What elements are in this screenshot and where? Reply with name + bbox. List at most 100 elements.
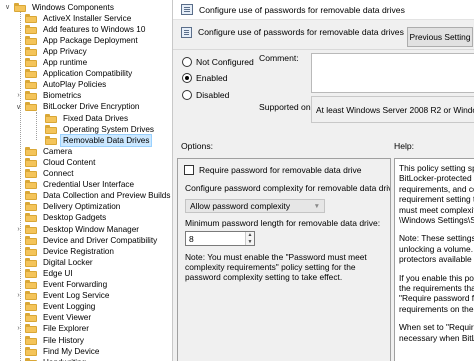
tree-item-label: Biometrics bbox=[43, 91, 82, 101]
folder-icon bbox=[25, 146, 37, 156]
folder-icon bbox=[25, 58, 37, 67]
radio-not-configured-button[interactable] bbox=[182, 57, 192, 67]
folder-icon bbox=[45, 124, 57, 134]
dialog-titlebar: Configure use of passwords for removable… bbox=[173, 0, 474, 20]
folder-icon bbox=[25, 257, 37, 267]
tree-item-label: Fixed Data Drives bbox=[63, 113, 129, 123]
folder-icon bbox=[25, 235, 37, 245]
tree-item-label: Find My Device bbox=[43, 346, 100, 356]
help-pane: This policy setting specifBitLocker-prot… bbox=[394, 158, 474, 361]
folder-icon bbox=[25, 213, 37, 223]
tree-item-label: Removable Data Drives bbox=[59, 133, 153, 147]
radio-disabled-button[interactable] bbox=[182, 90, 192, 100]
help-text-line: must meet complexity rec bbox=[399, 204, 474, 215]
folder-icon bbox=[25, 302, 37, 312]
chevron-down-icon[interactable]: ∨ bbox=[4, 4, 11, 11]
complexity-selected-value: Allow password complexity bbox=[190, 201, 291, 211]
tree-item[interactable]: Handwriting bbox=[25, 356, 88, 361]
supported-on-value: At least Windows Server 2008 R2 or Windo… bbox=[311, 96, 474, 123]
tree-item-label: Credential User Interface bbox=[43, 180, 135, 190]
help-text-line: the requirements that yo bbox=[399, 283, 474, 293]
tree-item-label: App runtime bbox=[43, 58, 88, 67]
tree-item-label: Camera bbox=[43, 146, 73, 156]
radio-not-configured-label: Not Configured bbox=[196, 57, 254, 67]
folder-icon bbox=[25, 80, 37, 90]
options-label: Options: bbox=[181, 141, 214, 151]
require-password-checkbox[interactable] bbox=[184, 165, 194, 175]
tree-item-label: Application Compatibility bbox=[43, 69, 133, 79]
help-text-line: requirements, and configu bbox=[399, 183, 474, 194]
header-divider bbox=[173, 49, 474, 50]
chevron-right-icon[interactable]: › bbox=[15, 325, 22, 332]
help-text-line: necessary when BitLock bbox=[399, 332, 474, 343]
tree-item-label: ActiveX Installer Service bbox=[43, 13, 132, 23]
setting-title: Configure use of passwords for removable… bbox=[198, 27, 404, 37]
tree-pane: ∨ Windows Components ActiveX Installer Ser… bbox=[0, 0, 172, 361]
tree-item-label: Delivery Optimization bbox=[43, 202, 121, 212]
help-text-line: protectors available on th bbox=[399, 254, 474, 265]
tree-connector-line bbox=[36, 112, 37, 141]
folder-icon bbox=[25, 291, 37, 301]
tree-item-label: Add features to Windows 10 bbox=[43, 24, 146, 34]
tree-item-label: Operating System Drives bbox=[63, 124, 155, 134]
radio-enabled[interactable]: Enabled bbox=[182, 73, 228, 83]
options-pane: Require password for removable data driv… bbox=[177, 158, 391, 361]
tree-item-label: Windows Components bbox=[32, 2, 114, 12]
tree-item-label: Desktop Window Manager bbox=[43, 224, 140, 234]
policy-dialog: Configure use of passwords for removable… bbox=[172, 0, 474, 361]
help-text-line: When set to "Require co bbox=[399, 322, 474, 333]
min-length-value: 8 bbox=[189, 233, 194, 244]
radio-enabled-button[interactable] bbox=[182, 73, 192, 83]
folder-icon bbox=[25, 24, 37, 34]
tree-item-label: App Package Deployment bbox=[43, 35, 138, 45]
help-label: Help: bbox=[394, 141, 415, 151]
folder-icon bbox=[25, 313, 37, 323]
complexity-dropdown[interactable]: Allow password complexity ▼ bbox=[185, 199, 325, 213]
chevron-right-icon[interactable]: › bbox=[15, 292, 22, 299]
policy-setting-icon bbox=[181, 4, 193, 15]
help-text-line: "Require password for re bbox=[399, 293, 474, 304]
tree-item-label: App Privacy bbox=[43, 46, 87, 56]
chevron-down-icon: ▼ bbox=[313, 203, 320, 210]
chevron-right-icon[interactable]: › bbox=[15, 92, 22, 99]
chevron-down-icon[interactable]: ∨ bbox=[15, 103, 22, 111]
comment-textarea[interactable] bbox=[311, 53, 474, 93]
tree-item-label: AutoPlay Policies bbox=[43, 80, 107, 90]
require-password-label: Require password for removable data driv… bbox=[199, 165, 362, 175]
help-text-line: Note: These settings are bbox=[399, 233, 474, 244]
min-length-spinner[interactable]: 8 ▲ ▼ bbox=[185, 231, 255, 246]
folder-icon bbox=[25, 335, 37, 345]
require-password-row[interactable]: Require password for removable data driv… bbox=[184, 165, 362, 175]
tree-item-label: Device and Driver Compatibility bbox=[43, 235, 158, 245]
folder-icon bbox=[25, 324, 37, 334]
folder-icon bbox=[25, 13, 37, 23]
tree-item-label: Connect bbox=[43, 169, 74, 178]
window-title: Configure use of passwords for removable… bbox=[199, 4, 405, 15]
folder-icon bbox=[25, 102, 37, 112]
chevron-right-icon[interactable]: › bbox=[15, 226, 22, 233]
radio-not-configured[interactable]: Not Configured bbox=[182, 57, 254, 67]
spin-down-icon[interactable]: ▼ bbox=[246, 238, 254, 245]
folder-icon bbox=[45, 135, 57, 145]
previous-setting-button[interactable]: Previous Setting bbox=[407, 27, 473, 47]
help-text-line: requirement setting to be bbox=[399, 194, 474, 205]
tree-item-label: Device Registration bbox=[43, 246, 114, 256]
folder-icon bbox=[25, 346, 37, 356]
help-text-line: BitLocker-protected remov bbox=[399, 173, 474, 184]
tree-item-label: BitLocker Drive Encryption bbox=[43, 102, 140, 112]
folder-icon bbox=[25, 191, 37, 201]
folder-icon bbox=[25, 35, 37, 45]
radio-enabled-label: Enabled bbox=[196, 73, 228, 83]
help-text-line: requirements on the pas bbox=[399, 303, 474, 314]
folder-icon bbox=[25, 280, 37, 289]
tree-item-label: Cloud Content bbox=[43, 157, 96, 167]
policy-setting-icon bbox=[181, 27, 192, 38]
supported-on-label: Supported on: bbox=[259, 102, 313, 112]
folder-icon bbox=[25, 180, 37, 190]
folder-icon bbox=[25, 46, 37, 56]
tree-item-label: Event Logging bbox=[43, 302, 96, 312]
folder-icon bbox=[25, 169, 37, 178]
min-length-label: Minimum password length for removable da… bbox=[185, 218, 381, 228]
radio-disabled[interactable]: Disabled bbox=[182, 90, 229, 100]
folder-icon bbox=[25, 69, 37, 79]
